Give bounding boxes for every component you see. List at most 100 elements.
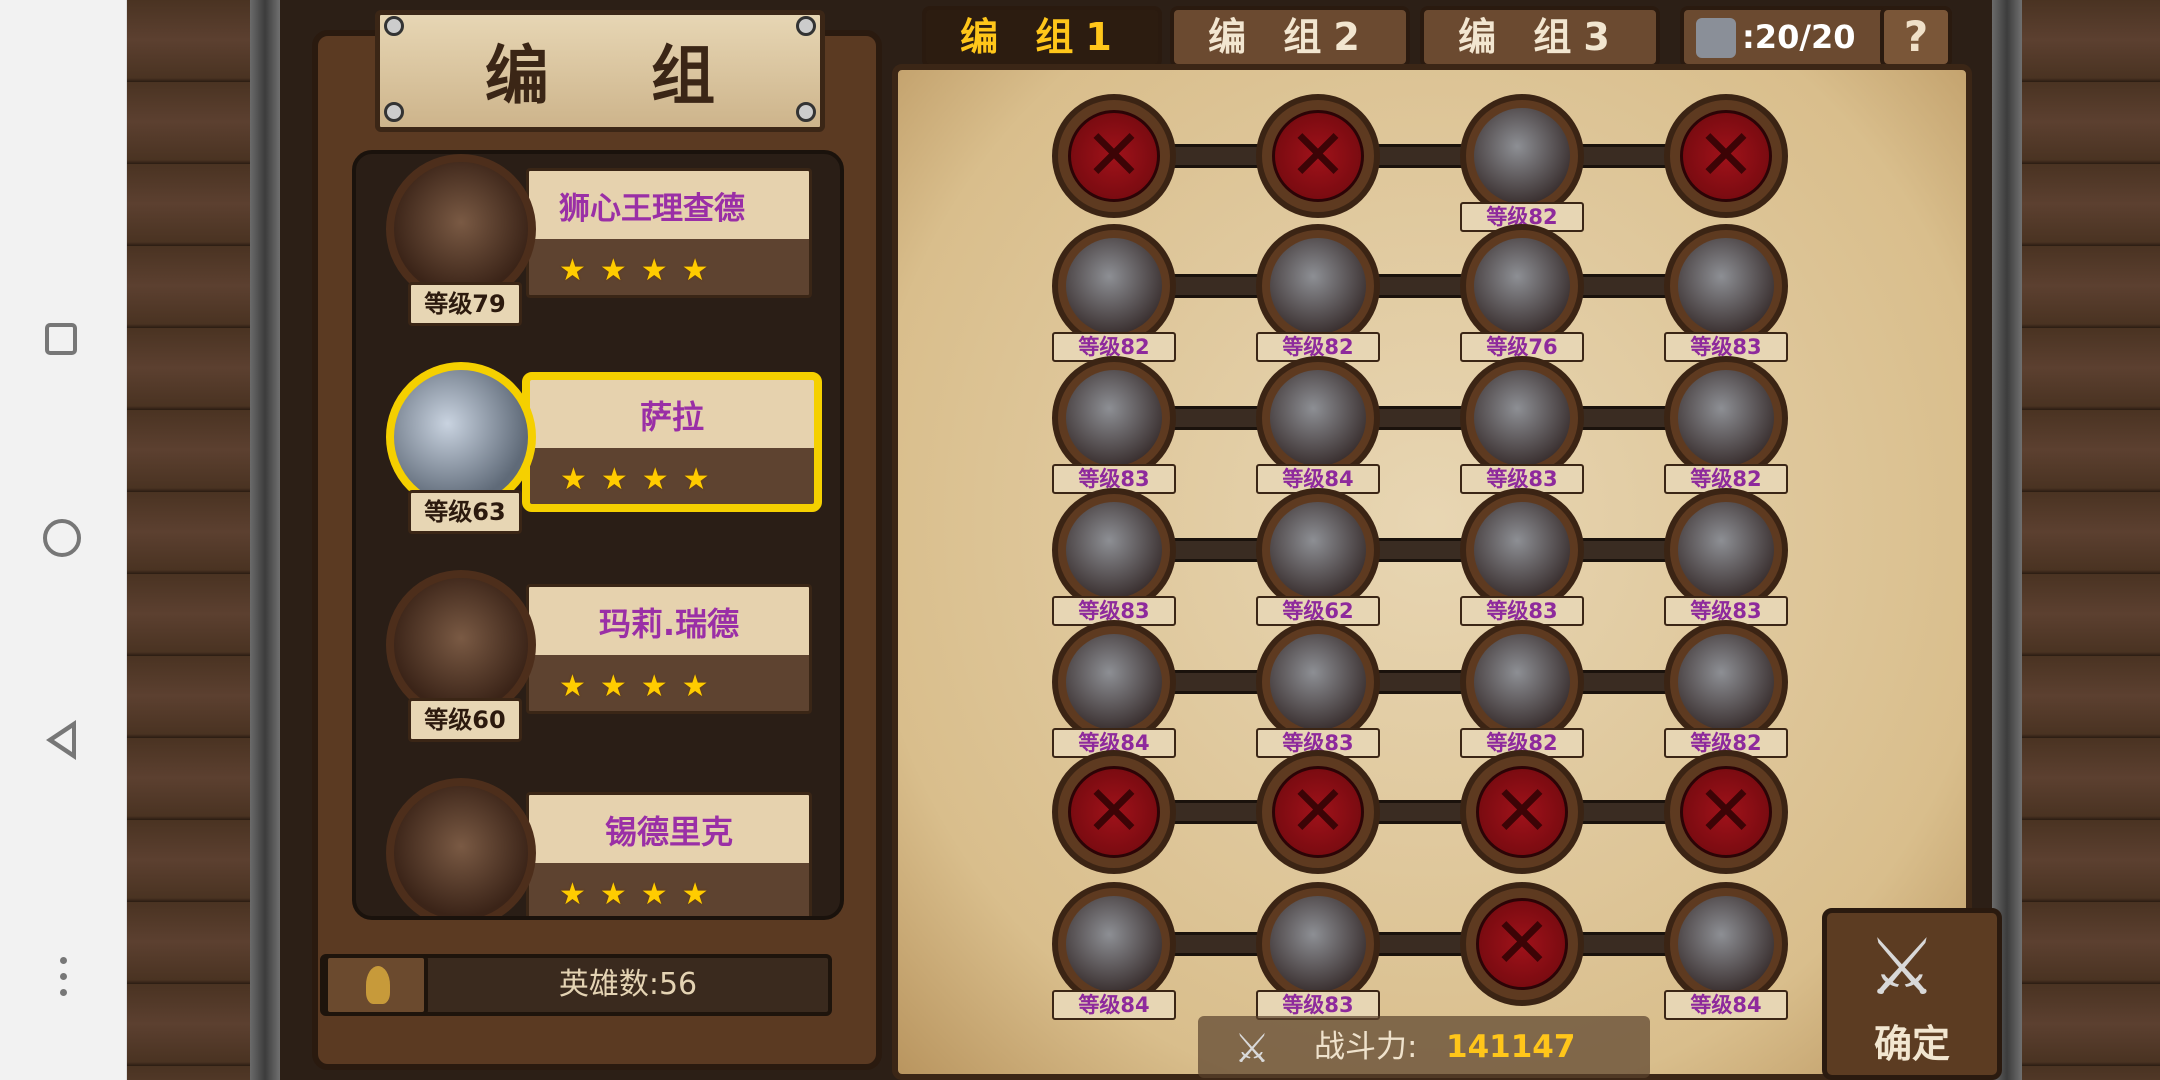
hero-helmet-icon [324,954,428,1016]
tab-formation-1[interactable]: 编 组1 [922,6,1162,68]
unit-portrait [1474,502,1570,598]
unit-icon [1696,18,1736,58]
unit-level: 等级84 [1052,990,1176,1020]
locked-x-icon: ✕ [1068,110,1160,202]
unit-slot[interactable] [1664,882,1788,1006]
confirm-button[interactable]: ⚔ 确定 [1822,908,2002,1080]
unit-slot[interactable] [1256,488,1380,612]
combat-power-value: 141147 [1446,1029,1576,1065]
unit-slot[interactable] [1052,882,1176,1006]
slot-connector [1114,670,1726,694]
empty-slot[interactable]: ✕ [1664,94,1788,218]
hero-banner: 玛莉.瑞德 ★★★★ [526,584,812,714]
unit-portrait [1270,634,1366,730]
empty-slot[interactable]: ✕ [1460,750,1584,874]
unit-portrait [1474,634,1570,730]
unit-slot[interactable] [1460,620,1584,744]
hero-stars: ★★★★ [559,877,723,912]
hero-level: 等级60 [408,698,522,742]
empty-slot[interactable]: ✕ [1256,750,1380,874]
unit-portrait [1678,634,1774,730]
hero-stars: ★★★★ [560,462,724,497]
unit-portrait [1678,896,1774,992]
unit-portrait [1270,896,1366,992]
unit-slot[interactable] [1256,882,1380,1006]
unit-portrait [1474,238,1570,334]
hero-card[interactable]: 狮心王理查德 ★★★★ 等级79 [356,154,840,344]
slot-connector [1114,274,1726,298]
unit-portrait [1474,108,1570,204]
slot-connector [1114,144,1726,168]
locked-x-icon: ✕ [1680,110,1772,202]
unit-slot[interactable] [1052,356,1176,480]
home-icon[interactable] [40,516,86,562]
hero-name: 萨拉 [639,398,704,436]
unit-portrait [1066,238,1162,334]
unit-slot[interactable] [1664,224,1788,348]
locked-x-icon: ✕ [1476,898,1568,990]
hero-card[interactable]: 萨拉 ★★★★ 等级63 [356,352,840,552]
page-title: 编 组 [375,10,825,132]
tab-formation-2[interactable]: 编 组2 [1170,6,1410,68]
slot-connector [1114,800,1726,824]
hero-card[interactable]: 锡德里克 ★★★★ [356,768,840,916]
combat-power-bar: ⚔ 战斗力: 141147 [1198,1016,1650,1078]
unit-portrait [1678,502,1774,598]
unit-slot[interactable] [1460,94,1584,218]
hero-stars: ★★★★ [559,253,723,288]
slot-connector [1114,538,1726,562]
more-options-icon[interactable] [40,955,86,1001]
unit-slot[interactable] [1052,620,1176,744]
crossed-swords-icon: ⚔ [1867,923,1937,1013]
bolt-icon [796,16,816,36]
locked-x-icon: ✕ [1272,110,1364,202]
unit-slot[interactable] [1664,356,1788,480]
unit-slot[interactable] [1664,620,1788,744]
hero-portrait [386,778,536,916]
empty-slot[interactable]: ✕ [1460,882,1584,1006]
unit-slot[interactable] [1460,356,1584,480]
hero-banner: 狮心王理查德 ★★★★ [526,168,812,298]
empty-slot[interactable]: ✕ [1052,750,1176,874]
unit-portrait [1474,370,1570,466]
back-icon[interactable] [40,716,86,762]
help-button[interactable]: ? [1880,6,1952,68]
tab-formation-3[interactable]: 编 组3 [1420,6,1660,68]
unit-portrait [1066,634,1162,730]
unit-slot[interactable] [1460,224,1584,348]
unit-portrait [1270,370,1366,466]
hero-level: 等级63 [408,490,522,534]
combat-power-label: 战斗力: [1314,1029,1418,1065]
unit-slot[interactable] [1664,488,1788,612]
unit-slot[interactable] [1052,224,1176,348]
empty-slot[interactable]: ✕ [1256,94,1380,218]
unit-portrait [1270,238,1366,334]
slot-connector [1114,406,1726,430]
hero-name: 锡德里克 [604,813,733,851]
bolt-icon [796,102,816,122]
unit-slot[interactable] [1256,224,1380,348]
hero-card[interactable]: 玛莉.瑞德 ★★★★ 等级60 [356,560,840,760]
unit-portrait [1066,502,1162,598]
hero-banner: 萨拉 ★★★★ [522,372,822,512]
unit-slot[interactable] [1460,488,1584,612]
unit-portrait [1066,370,1162,466]
unit-portrait [1270,502,1366,598]
hero-name: 狮心王理查德 [559,191,745,227]
empty-slot[interactable]: ✕ [1664,750,1788,874]
locked-x-icon: ✕ [1680,766,1772,858]
hero-banner: 锡德里克 ★★★★ [526,792,812,916]
hero-level: 等级79 [408,282,522,326]
empty-slot[interactable]: ✕ [1052,94,1176,218]
confirm-label: 确定 [1873,1022,1950,1066]
android-nav-bar [0,0,127,1080]
unit-slot[interactable] [1256,356,1380,480]
bolt-icon [384,102,404,122]
hero-list[interactable]: 狮心王理查德 ★★★★ 等级79 萨拉 ★★★★ 等级63 玛莉.瑞德 ★★★★ 等级60 锡德里… [352,150,844,920]
hero-count: 英雄数:56 [558,967,698,1002]
unit-slot[interactable] [1052,488,1176,612]
unit-capacity-text: :20/20 [1742,18,1856,56]
hero-stars: ★★★★ [559,669,723,704]
recent-apps-icon[interactable] [40,318,86,364]
unit-slot[interactable] [1256,620,1380,744]
